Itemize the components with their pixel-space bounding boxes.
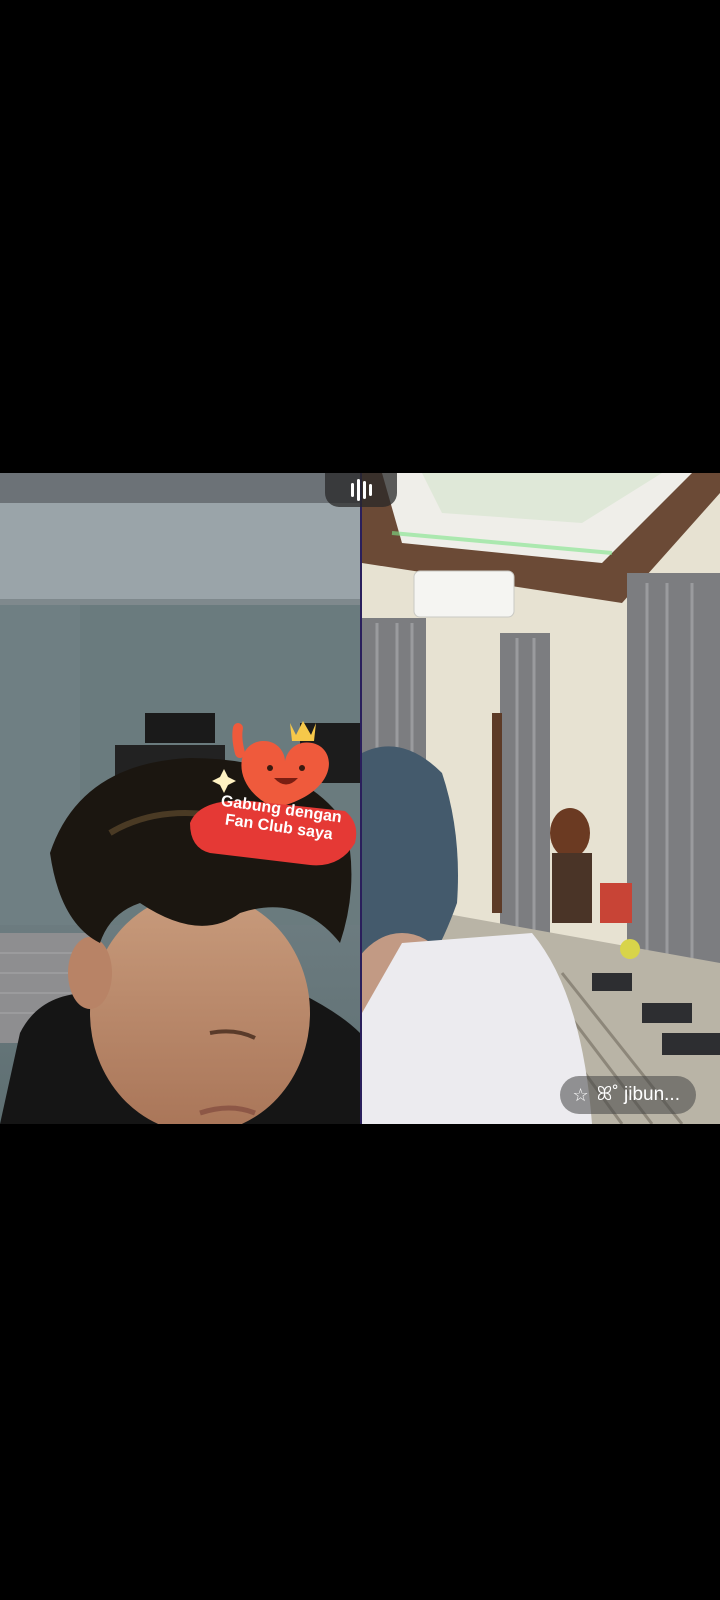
right-video-panel[interactable]: ☆ ꕤ˚ jibun...	[362, 473, 720, 1124]
pause-bars-icon[interactable]	[325, 473, 397, 507]
fan-club-sticker[interactable]: Gabung dengan Fan Club saya	[190, 713, 360, 873]
screen: Gabung dengan Fan Club saya ☆ ꕤ˚ jibun..…	[0, 0, 720, 1600]
username-label: ꕤ˚ jibun...	[596, 1084, 680, 1105]
right-video-frame	[362, 473, 720, 1124]
star-outline-icon: ☆	[572, 1084, 589, 1105]
left-video-panel[interactable]: Gabung dengan Fan Club saya	[0, 473, 360, 1124]
username-pill[interactable]: ☆ ꕤ˚ jibun...	[560, 1076, 696, 1114]
dual-live-video-area: Gabung dengan Fan Club saya ☆ ꕤ˚ jibun..…	[0, 473, 720, 1124]
